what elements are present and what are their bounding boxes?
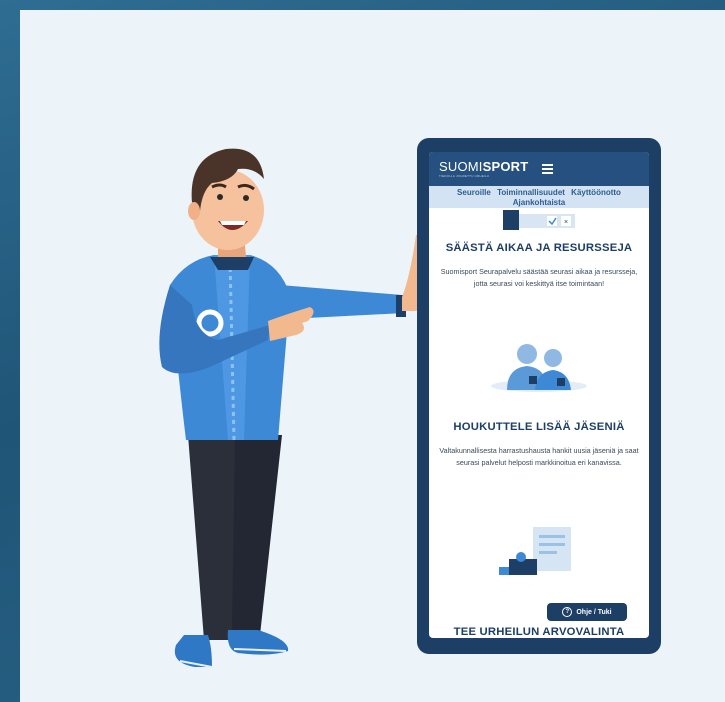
feature-heading-members: HOUKUTTELE LISÄÄ JÄSENIÄ — [453, 421, 625, 433]
feature-heading-values: TEE URHEILUN ARVOVALINTA — [453, 626, 625, 638]
logo-prefix: SUOMI — [439, 159, 483, 174]
nav-item-ajankohtaista[interactable]: Ajankohtaista — [513, 198, 565, 207]
help-button-label: Ohje / Tuki — [576, 608, 612, 616]
phone-screen: SUOMISPORT TIEDOLLA JOHDETTU URHEILU Seu… — [429, 152, 649, 638]
mascot-illustration — [159, 148, 428, 668]
app-header: SUOMISPORT TIEDOLLA JOHDETTU URHEILU — [429, 152, 649, 186]
feature-text-members: Valtakunnallisesta harrastushausta hanki… — [439, 446, 639, 467]
help-support-button[interactable]: ? Ohje / Tuki — [547, 603, 627, 621]
feature-heading-resources: SÄÄSTÄ AIKAA JA RESURSSEJA — [445, 242, 633, 254]
svg-text:×: × — [564, 219, 568, 226]
logo-bold: SPORT — [482, 159, 529, 174]
nav-item-toiminnallisuudet[interactable]: Toiminnallisuudet — [497, 188, 565, 197]
members-illustration — [491, 344, 587, 392]
suomisport-logo[interactable]: SUOMISPORT TIEDOLLA JOHDETTU URHEILU — [439, 160, 528, 178]
nav-item-kayttoonotto[interactable]: Käyttöönotto — [571, 188, 621, 197]
app-content: × SÄÄSTÄ AIKAA JA RESURSSEJA Suomisport … — [429, 208, 649, 638]
document-illustration — [499, 527, 571, 575]
nav-item-seuroille[interactable]: Seuroille — [457, 188, 491, 197]
hamburger-menu-icon[interactable] — [542, 164, 554, 174]
feature-text-resources: Suomisport Seurapalvelu säästää seurasi … — [440, 267, 638, 288]
question-circle-icon: ? — [562, 607, 573, 617]
phone-mockup: SUOMISPORT TIEDOLLA JOHDETTU URHEILU Seu… — [417, 138, 661, 654]
promo-card: SUOMISPORT TIEDOLLA JOHDETTU URHEILU Seu… — [20, 10, 725, 702]
logo-tagline: TIEDOLLA JOHDETTU URHEILU — [439, 174, 490, 178]
calendar-illustration: × — [503, 210, 575, 230]
app-nav: Seuroille Toiminnallisuudet Käyttöönotto… — [429, 186, 649, 208]
